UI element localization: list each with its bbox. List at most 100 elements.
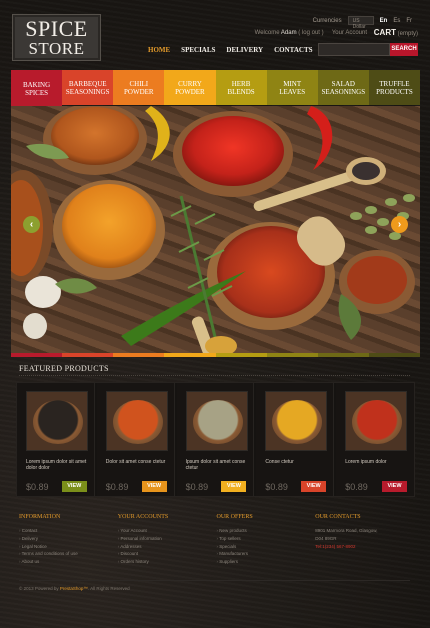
product-bowl <box>272 400 323 444</box>
view-button[interactable]: VIEW <box>61 481 87 492</box>
footer-accounts-link[interactable]: Personal information <box>118 535 217 543</box>
footer-offers-link[interactable]: Suppliers <box>217 558 316 566</box>
footer-offers-link[interactable]: Top sellers <box>217 535 316 543</box>
category-tab-barbeque[interactable]: Barbeque Seasonings <box>62 70 114 105</box>
category-label-line2: Seasonings <box>321 87 366 96</box>
header: SPICE STORE Currencies US Dollar En Es F… <box>0 0 430 70</box>
main-nav: HOME SPECIALS DELIVERY CONTACTS <box>148 46 313 54</box>
category-label-line2: Powder <box>124 87 154 96</box>
language-es[interactable]: Es <box>393 18 400 24</box>
view-button[interactable]: VIEW <box>141 481 167 492</box>
footer-accounts-link[interactable]: Orders history <box>118 558 217 566</box>
hero-bar-segment <box>164 353 216 357</box>
category-label-line1: Mint <box>283 79 302 88</box>
category-label-line1: Barbeque <box>68 79 107 88</box>
search-button[interactable]: SEARCH <box>390 43 418 56</box>
category-tab-herb[interactable]: Herb Blends <box>215 70 267 105</box>
category-tab-baking[interactable]: Baking Spices <box>11 70 63 107</box>
footer-offers-link[interactable]: Manufacturers <box>217 550 316 558</box>
footer-offers-title: OUR OFFERS <box>216 514 253 520</box>
product-image[interactable] <box>185 391 248 451</box>
nav-contacts[interactable]: CONTACTS <box>274 46 312 54</box>
product-card: Conse ctetur $0.89 VIEW <box>256 383 335 496</box>
category-tab-label: Chili Powder <box>124 80 154 96</box>
footer-information-link[interactable]: Terms and conditions of use <box>19 550 118 558</box>
language-en[interactable]: En <box>380 18 388 24</box>
product-image[interactable] <box>26 391 88 451</box>
footer-accounts-link[interactable]: Addresses <box>118 543 217 551</box>
welcome-user: Adam <box>280 30 297 36</box>
category-label-line1: Truffle <box>379 79 410 88</box>
page: SPICE STORE Currencies US Dollar En Es F… <box>0 0 430 591</box>
footer-accounts-title: YOUR ACCOUNTS <box>117 514 169 520</box>
language-fr[interactable]: Fr <box>406 18 412 24</box>
footer-divider <box>19 580 410 581</box>
copyright-suffix: . All Rights Reserved <box>87 586 130 591</box>
welcome-message: Welcome Adam ( log out ) Your Account <box>255 30 367 36</box>
product-image[interactable] <box>105 391 168 451</box>
logout-link[interactable]: ( log out ) <box>298 30 323 36</box>
product-description[interactable]: Ipsum dolor sit amet conse ctetur <box>186 459 250 471</box>
category-tab-salad[interactable]: Salad Seasonings <box>317 70 369 105</box>
category-label-line2: Leaves <box>279 87 306 96</box>
footer-accounts-link[interactable]: Discount <box>118 550 217 558</box>
nav-home[interactable]: HOME <box>148 46 170 54</box>
footer-information-link[interactable]: Contact <box>19 527 118 535</box>
footer-offers-link[interactable]: New products <box>217 527 316 535</box>
product-description[interactable]: Lorem ipsum dolor <box>345 459 409 465</box>
cart-link[interactable]: CART (empty) <box>374 28 418 37</box>
hero-bar-segment <box>317 353 369 357</box>
product-bowl <box>33 400 83 444</box>
hero-image <box>11 106 415 354</box>
nav-specials[interactable]: SPECIALS <box>181 46 215 54</box>
nav-delivery[interactable]: DELIVERY <box>226 46 263 54</box>
category-tab-label: Herb Blends <box>227 80 254 96</box>
product-description[interactable]: Conse ctetur <box>265 459 329 465</box>
category-tab-label: Baking Spices <box>23 81 50 97</box>
footer-information-link[interactable]: About us <box>19 558 118 566</box>
product-card: Dolor sit amet conse ctetur $0.89 VIEW <box>96 383 175 496</box>
footer-information-list: ContactDeliveryLegal NoticeTerms and con… <box>19 527 118 566</box>
category-label-line2: Products <box>376 87 413 96</box>
footer-offers-link[interactable]: Specials <box>217 543 316 551</box>
product-description[interactable]: Dolor sit amet conse ctetur <box>106 459 170 465</box>
logo-line1: SPICE <box>25 16 88 41</box>
product-card: Ipsum dolor sit amet conse ctetur $0.89 VI… <box>176 383 255 496</box>
footer-accounts-list: Your AccountPersonal informationAddresse… <box>118 527 217 566</box>
category-label-line1: Baking <box>22 80 51 89</box>
category-tab-chili[interactable]: Chili Powder <box>113 70 165 105</box>
category-tab-curry[interactable]: Curry Powder <box>164 70 216 105</box>
footer-information-link[interactable]: Legal Notice <box>19 543 118 551</box>
product-image[interactable] <box>265 391 328 451</box>
category-tab-truffle[interactable]: Truffle Products <box>368 70 420 105</box>
slider-next-button[interactable]: › <box>391 216 408 233</box>
footer: INFORMATION ContactDeliveryLegal NoticeT… <box>19 514 414 584</box>
slider-prev-button[interactable]: ‹ <box>23 216 40 233</box>
product-list: Lorem ipsum dolor sit amet dolor dolor $0… <box>16 382 415 497</box>
currency-select[interactable]: US Dollar <box>347 16 374 30</box>
copyright-text: © 2013 Powered by <box>19 586 59 591</box>
category-tab-mint[interactable]: Mint Leaves <box>266 70 318 105</box>
footer-contacts-title: OUR CONTACTS <box>315 514 361 520</box>
category-label-line2: Powder <box>175 87 205 96</box>
featured-divider <box>19 375 410 376</box>
view-button[interactable]: VIEW <box>221 481 247 492</box>
hero-slider: ‹ › <box>11 106 420 354</box>
your-account-link[interactable]: Your Account <box>332 30 367 36</box>
category-label-line1: Salad <box>331 79 355 88</box>
product-price: $0.89 <box>345 482 368 492</box>
footer-contacts: OUR CONTACTS 8901 Marmora Road, Glasgow,… <box>315 514 414 584</box>
logo-line2: STORE <box>28 39 85 58</box>
footer-information: INFORMATION ContactDeliveryLegal NoticeT… <box>19 514 118 584</box>
view-button[interactable]: VIEW <box>301 481 327 492</box>
product-description[interactable]: Lorem ipsum dolor sit amet dolor dolor <box>26 459 90 471</box>
category-tab-label: Barbeque Seasonings <box>66 80 110 96</box>
copyright-brand-link[interactable]: PrestaShop™ <box>60 586 88 591</box>
category-label-line1: Curry <box>178 79 202 88</box>
product-image[interactable] <box>345 391 408 451</box>
footer-accounts-link[interactable]: Your Account <box>118 527 217 535</box>
view-button[interactable]: VIEW <box>381 481 407 492</box>
footer-information-link[interactable]: Delivery <box>19 535 118 543</box>
logo[interactable]: SPICE STORE <box>12 14 101 61</box>
search-input[interactable] <box>318 43 390 56</box>
